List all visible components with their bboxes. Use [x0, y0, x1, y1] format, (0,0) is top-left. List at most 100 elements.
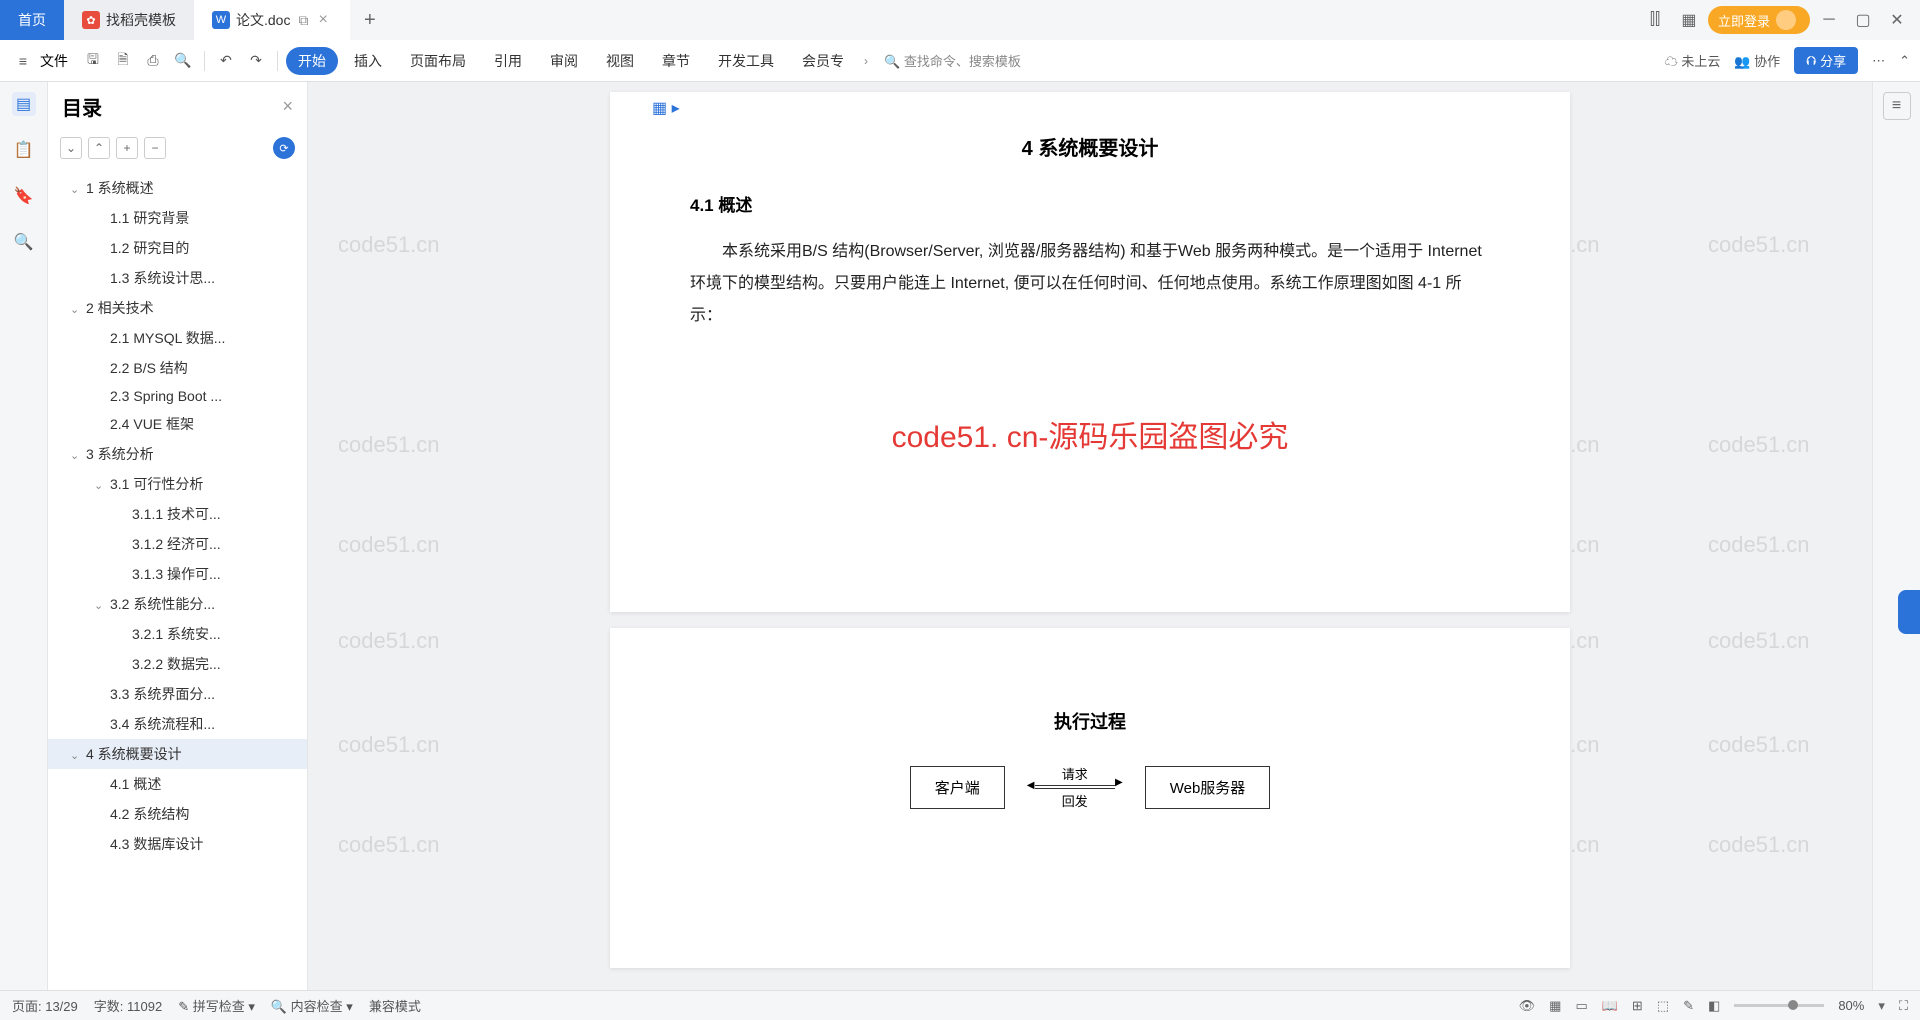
- page-indicator[interactable]: 页面: 13/29: [12, 996, 78, 1015]
- avatar-icon: [1776, 10, 1796, 30]
- toc-item[interactable]: 2.2 B/S 结构: [48, 353, 307, 383]
- close-window-button[interactable]: ✕: [1882, 5, 1912, 35]
- bookmark-icon[interactable]: 🔖: [12, 184, 36, 208]
- expand-all-icon[interactable]: ⌃: [88, 137, 110, 159]
- minimize-button[interactable]: ─: [1814, 5, 1844, 35]
- toc-item[interactable]: 4.2 系统结构: [48, 799, 307, 829]
- compat-mode[interactable]: 兼容模式: [369, 996, 421, 1015]
- cloud-status[interactable]: ☁ 未上云: [1665, 51, 1721, 70]
- remove-item-icon[interactable]: −: [144, 137, 166, 159]
- toc-item[interactable]: ⌄2 相关技术: [48, 293, 307, 323]
- toc-item[interactable]: ⌄4 系统概要设计: [48, 739, 307, 769]
- gray-watermark: code51.cn: [1708, 232, 1810, 258]
- save-as-icon[interactable]: 🗎: [110, 48, 136, 74]
- collab-button[interactable]: 👥 协作: [1734, 51, 1780, 70]
- zoom-slider[interactable]: [1734, 1004, 1824, 1007]
- preview-icon[interactable]: 🔍: [170, 48, 196, 74]
- outline-tools: ⌄ ⌃ + − ⟳: [48, 131, 307, 169]
- web-view-icon[interactable]: ⬚: [1657, 998, 1669, 1014]
- menu-chapter[interactable]: 章节: [650, 47, 702, 75]
- redo-icon[interactable]: ↷: [243, 48, 269, 74]
- menu-dev[interactable]: 开发工具: [706, 47, 786, 75]
- tab-templates[interactable]: ✿ 找稻壳模板: [64, 0, 194, 40]
- word-count[interactable]: 字数: 11092: [94, 996, 162, 1015]
- menu-layout[interactable]: 页面布局: [398, 47, 478, 75]
- close-icon[interactable]: ×: [282, 96, 293, 117]
- toc-item[interactable]: 4.3 数据库设计: [48, 829, 307, 859]
- more-icon[interactable]: ⋯: [1872, 53, 1885, 69]
- print-icon[interactable]: ⎙: [140, 48, 166, 74]
- toc-item[interactable]: 3.4 系统流程和...: [48, 709, 307, 739]
- format-icon[interactable]: ≡: [1883, 92, 1911, 120]
- save-icon[interactable]: 🖫: [80, 48, 106, 74]
- toc-item[interactable]: 3.1.2 经济可...: [48, 529, 307, 559]
- window-mode-icon[interactable]: ⧉: [298, 12, 308, 29]
- command-search[interactable]: 🔍 查找命令、搜索模板: [884, 51, 1021, 70]
- tab-label: 论文.doc: [236, 10, 290, 30]
- toc-item[interactable]: 3.2.2 数据完...: [48, 649, 307, 679]
- search-icon[interactable]: 🔍: [12, 230, 36, 254]
- clipboard-icon[interactable]: 📋: [12, 138, 36, 162]
- menu-more-icon[interactable]: ›: [860, 54, 872, 68]
- toc-item[interactable]: 1.3 系统设计思...: [48, 263, 307, 293]
- zoom-thumb[interactable]: [1788, 1000, 1798, 1010]
- layout-icon[interactable]: ⫿⫿: [1640, 5, 1670, 35]
- separator: [277, 51, 278, 71]
- menu-view[interactable]: 视图: [594, 47, 646, 75]
- add-item-icon[interactable]: +: [116, 137, 138, 159]
- arrow-label-request: 请求: [1062, 764, 1088, 783]
- document-area[interactable]: code51.cncode51.cncode51.cncode51.cncode…: [308, 82, 1872, 990]
- gray-watermark: code51.cn: [1708, 628, 1810, 654]
- zoom-level[interactable]: 80%: [1838, 998, 1864, 1013]
- share-button[interactable]: ⮉ 分享: [1794, 47, 1858, 74]
- edit-icon[interactable]: ✎: [1683, 998, 1694, 1014]
- apps-icon[interactable]: ▦: [1674, 5, 1704, 35]
- toc-item[interactable]: 3.3 系统界面分...: [48, 679, 307, 709]
- toc-item[interactable]: 3.1.3 操作可...: [48, 559, 307, 589]
- toc-item[interactable]: 3.1.1 技术可...: [48, 499, 307, 529]
- outline-icon[interactable]: ▤: [12, 92, 36, 116]
- toc-item[interactable]: 2.4 VUE 框架: [48, 409, 307, 439]
- toc-item[interactable]: ⌄1 系统概述: [48, 173, 307, 203]
- toc-item[interactable]: 1.2 研究目的: [48, 233, 307, 263]
- grid-icon[interactable]: ▦: [1549, 998, 1561, 1014]
- spell-check[interactable]: ✎ 拼写检查 ▾: [178, 996, 255, 1015]
- book-icon[interactable]: 📖: [1602, 998, 1618, 1014]
- menu-review[interactable]: 审阅: [538, 47, 590, 75]
- statusbar: 页面: 13/29 字数: 11092 ✎ 拼写检查 ▾ 🔍 内容检查 ▾ 兼容…: [0, 990, 1920, 1020]
- sync-icon[interactable]: ⟳: [273, 137, 295, 159]
- undo-icon[interactable]: ↶: [213, 48, 239, 74]
- toc-item[interactable]: 3.2.1 系统安...: [48, 619, 307, 649]
- expand-icon[interactable]: ⌃: [1899, 53, 1910, 69]
- outline-view-icon[interactable]: ⊞: [1632, 998, 1643, 1014]
- menu-reference[interactable]: 引用: [482, 47, 534, 75]
- toc-item[interactable]: ⌄3.1 可行性分析: [48, 469, 307, 499]
- toc-item[interactable]: 2.1 MYSQL 数据...: [48, 323, 307, 353]
- maximize-button[interactable]: ▢: [1848, 5, 1878, 35]
- toc-item[interactable]: 4.1 概述: [48, 769, 307, 799]
- menu-member[interactable]: 会员专: [790, 47, 856, 75]
- zoom-dropdown-icon[interactable]: ▾: [1878, 998, 1885, 1014]
- tab-document[interactable]: W 论文.doc ⧉ ×: [194, 0, 350, 40]
- menu-start[interactable]: 开始: [286, 47, 338, 75]
- right-sidebar: ≡: [1872, 82, 1920, 990]
- add-tab-button[interactable]: +: [350, 9, 390, 32]
- statusbar-right: 👁 ▦ ▭ 📖 ⊞ ⬚ ✎ ◧ 80% ▾ ⛶: [1519, 998, 1908, 1014]
- side-handle[interactable]: [1898, 590, 1920, 634]
- fullscreen-icon[interactable]: ⛶: [1899, 998, 1908, 1014]
- collapse-all-icon[interactable]: ⌄: [60, 137, 82, 159]
- tab-home[interactable]: 首页: [0, 0, 64, 40]
- file-menu[interactable]: 文件: [40, 51, 68, 71]
- ruler-icon[interactable]: ◧: [1708, 998, 1720, 1014]
- close-icon[interactable]: ×: [314, 11, 331, 29]
- eye-icon[interactable]: 👁: [1519, 998, 1536, 1014]
- login-button[interactable]: 立即登录: [1708, 6, 1810, 34]
- toc-item[interactable]: 1.1 研究背景: [48, 203, 307, 233]
- read-icon[interactable]: ▭: [1575, 998, 1587, 1014]
- content-check[interactable]: 🔍 内容检查 ▾: [271, 996, 353, 1015]
- menu-icon[interactable]: ≡: [10, 48, 36, 74]
- menu-insert[interactable]: 插入: [342, 47, 394, 75]
- toc-item[interactable]: ⌄3 系统分析: [48, 439, 307, 469]
- toc-item[interactable]: 2.3 Spring Boot ...: [48, 383, 307, 409]
- toc-item[interactable]: ⌄3.2 系统性能分...: [48, 589, 307, 619]
